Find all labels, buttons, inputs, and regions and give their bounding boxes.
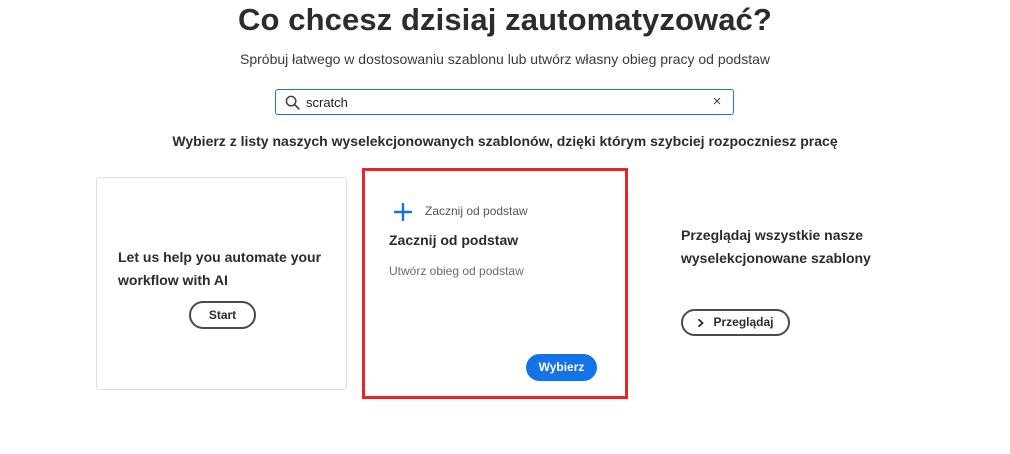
page-subtitle: Spróbuj łatwego w dostosowaniu szablonu …: [240, 51, 770, 67]
template-title: Zacznij od podstaw: [389, 232, 519, 248]
clear-search-icon[interactable]: ×: [709, 93, 725, 111]
chevron-right-icon: [698, 318, 704, 327]
browse-button-label: Przeglądaj: [713, 315, 774, 329]
ai-automation-card: Let us help you automate your workflow w…: [96, 177, 347, 390]
template-kind-label: Zacznij od podstaw: [425, 204, 528, 218]
browse-button[interactable]: Przeglądaj: [681, 309, 790, 336]
automation-start-page: Co chcesz dzisiaj zautomatyzować? Spróbu…: [0, 0, 1010, 454]
search-input[interactable]: [306, 92, 706, 112]
plus-icon: [394, 203, 412, 221]
select-template-button[interactable]: Wybierz: [526, 354, 597, 381]
template-search-box[interactable]: ×: [275, 89, 734, 115]
search-icon: [285, 95, 300, 110]
browse-all-text: Przeglądaj wszystkie nasze wyselekcjonow…: [681, 227, 871, 266]
template-description: Utwórz obieg od podstaw: [389, 264, 524, 278]
templates-section-heading: Wybierz z listy naszych wyselekcjonowany…: [172, 133, 838, 149]
page-title: Co chcesz dzisiaj zautomatyzować?: [238, 2, 772, 37]
template-card-scratch[interactable]: Zacznij od podstaw Zacznij od podstaw Ut…: [368, 174, 622, 393]
start-button[interactable]: Start: [189, 301, 256, 329]
ai-card-text: Let us help you automate your workflow w…: [118, 249, 322, 288]
